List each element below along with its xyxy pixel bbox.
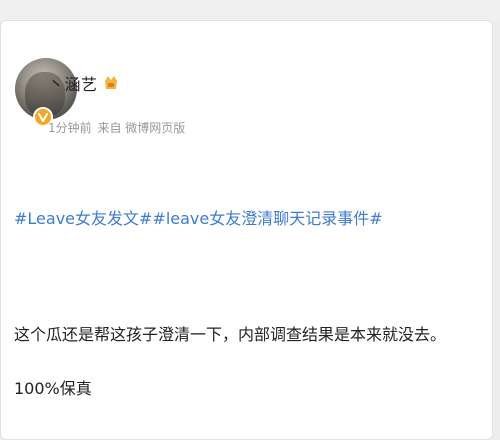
crown-icon[interactable] [103,74,119,92]
post-text-line: 这个瓜还是帮这孩子澄清一下，内部调查结果是本来就没去。 [14,325,447,344]
top-strip [0,0,500,20]
post-text-line: 100%保真 [14,379,92,398]
hashtag-link[interactable]: #Leave女友发文# [14,209,152,228]
author-row: 丶涵艺 [48,70,119,96]
author-name[interactable]: 丶涵艺 [48,71,98,95]
hashtag-link[interactable]: #leave女友澄清聊天记录事件# [152,209,382,228]
post-meta: 1分钟前 来自 微博网页版 [48,119,187,136]
hashtag-line: #Leave女友发文##leave女友澄清聊天记录事件# [14,205,383,229]
post-time[interactable]: 1分钟前 [48,121,92,135]
post-source: 来自 微博网页版 [97,121,186,135]
